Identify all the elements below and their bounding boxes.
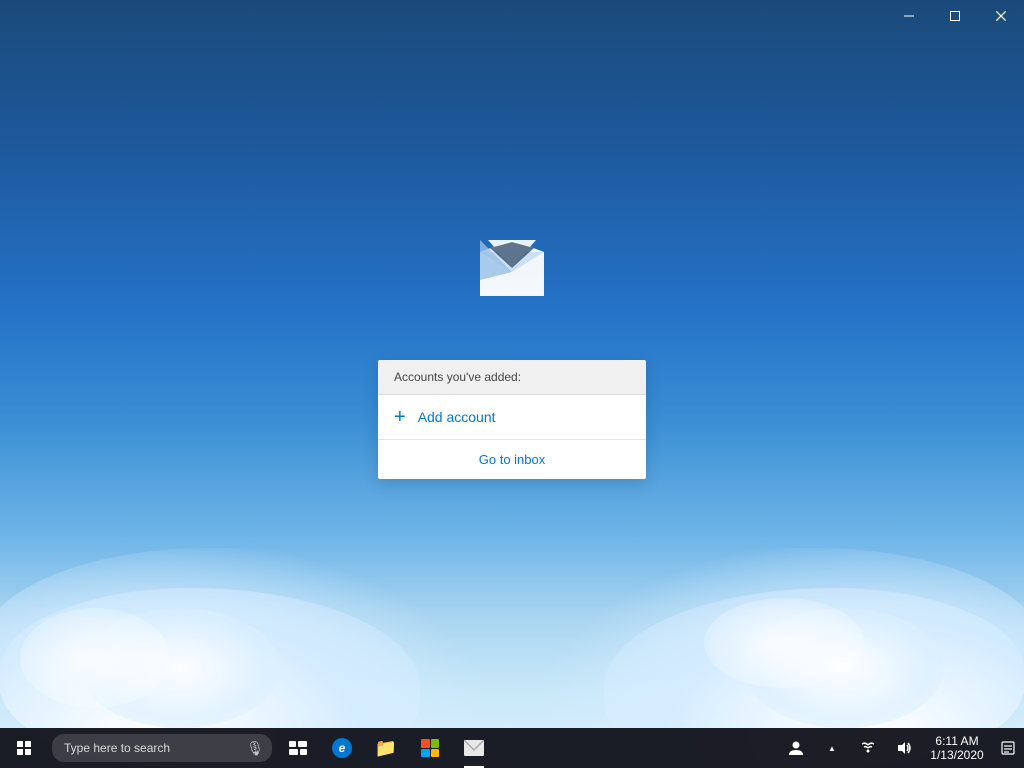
taskbar: Type here to search 🎙 e 📁: [0, 728, 1024, 768]
taskbar-right: ▲: [778, 728, 1024, 768]
go-to-inbox-label: Go to inbox: [479, 452, 546, 467]
search-placeholder-text: Type here to search: [64, 741, 246, 755]
microphone-icon[interactable]: 🎙: [246, 740, 264, 757]
add-account-label: Add account: [418, 409, 496, 425]
time-display: 6:11 AM: [935, 734, 978, 748]
network-icon[interactable]: [850, 728, 886, 768]
action-center-button[interactable]: [992, 728, 1024, 768]
show-hidden-icons-button[interactable]: ▲: [814, 728, 850, 768]
mail-app-icon: [480, 240, 544, 301]
go-to-inbox-button[interactable]: Go to inbox: [378, 440, 646, 479]
people-icon[interactable]: [778, 728, 814, 768]
chevron-up-icon: ▲: [828, 744, 836, 753]
date-display: 1/13/2020: [930, 748, 983, 762]
start-button[interactable]: [0, 728, 48, 768]
mail-icon-taskbar: [464, 740, 484, 756]
plus-icon: +: [394, 407, 406, 427]
maximize-button[interactable]: [932, 0, 978, 32]
windows-logo-icon: [17, 741, 31, 755]
mail-taskbar-icon[interactable]: [452, 728, 496, 768]
card-header-text: Accounts you've added:: [394, 370, 521, 384]
edge-taskbar-icon[interactable]: e: [320, 728, 364, 768]
folder-icon: 📁: [375, 738, 397, 759]
close-button[interactable]: [978, 0, 1024, 32]
cloud-right: [0, 200, 400, 400]
card-header: Accounts you've added:: [378, 360, 646, 395]
titlebar: [0, 0, 1024, 32]
clock-area[interactable]: 6:11 AM 1/13/2020: [922, 728, 992, 768]
desktop: Accounts you've added: + Add account Go …: [0, 0, 1024, 768]
add-account-button[interactable]: + Add account: [378, 395, 646, 440]
search-bar[interactable]: Type here to search 🎙: [52, 734, 272, 762]
store-taskbar-icon[interactable]: [408, 728, 452, 768]
edge-logo: e: [332, 738, 352, 758]
file-explorer-taskbar-icon[interactable]: 📁: [364, 728, 408, 768]
store-icon: [421, 739, 439, 757]
account-card: Accounts you've added: + Add account Go …: [378, 360, 646, 479]
volume-icon[interactable]: [886, 728, 922, 768]
taskview-button[interactable]: [276, 728, 320, 768]
minimize-button[interactable]: [886, 0, 932, 32]
